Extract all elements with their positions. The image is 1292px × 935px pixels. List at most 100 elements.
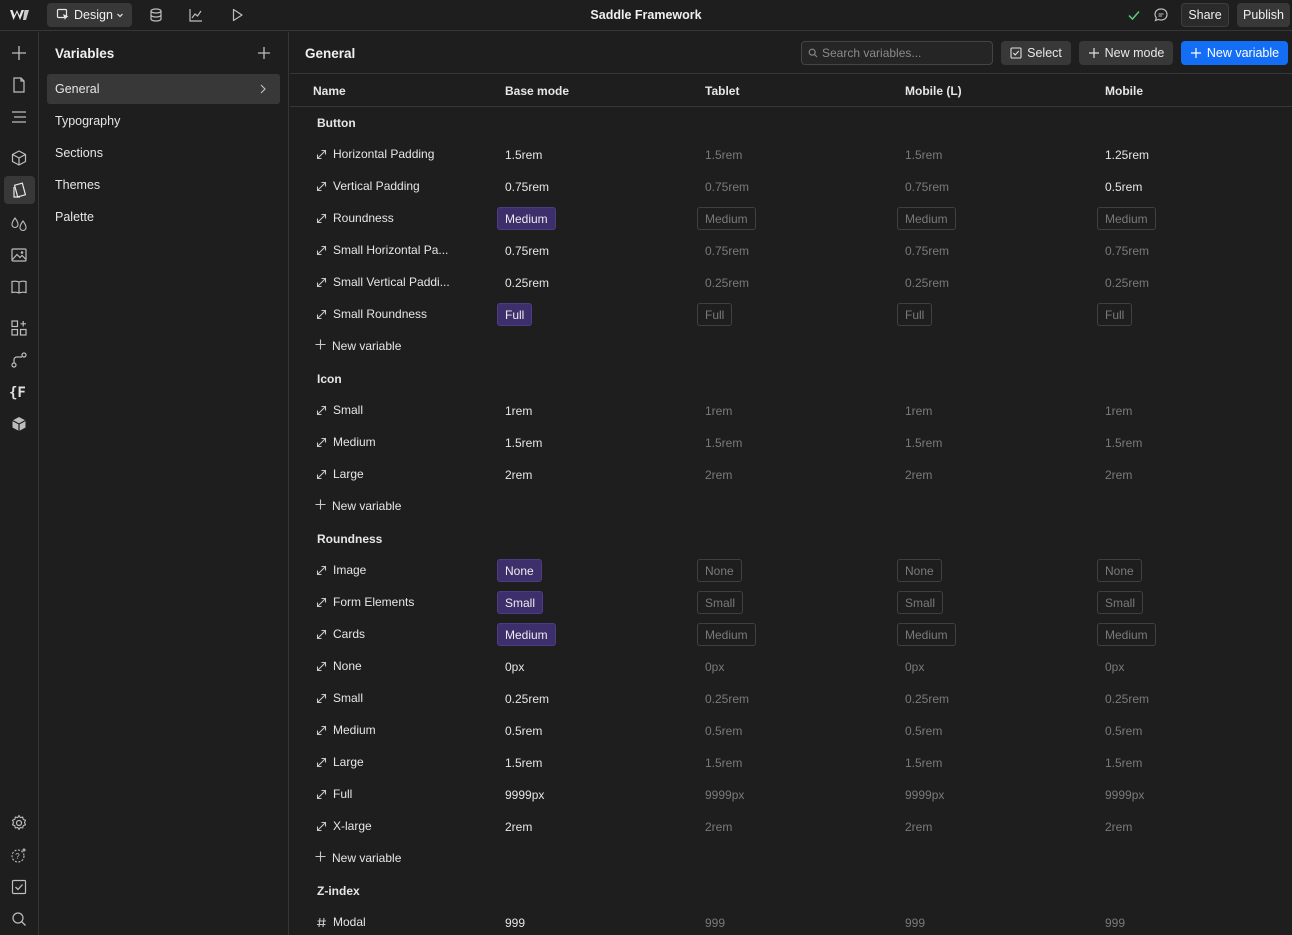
new-mode-button[interactable]: New mode	[1079, 41, 1173, 65]
variable-row[interactable]: Large 2rem 2rem 2rem 2rem	[290, 459, 1292, 491]
collection-general[interactable]: General	[47, 74, 280, 104]
add-variable-link[interactable]: New variable	[315, 339, 401, 353]
tablet-value[interactable]: 2rem	[705, 468, 732, 482]
variable-row[interactable]: None 0px 0px 0px 0px	[290, 651, 1292, 683]
variable-row[interactable]: Medium 1.5rem 1.5rem 1.5rem 1.5rem	[290, 427, 1292, 459]
tablet-value[interactable]: 0px	[705, 660, 724, 674]
tablet-value[interactable]: 0.75rem	[705, 180, 749, 194]
cms-book-icon[interactable]	[9, 277, 29, 297]
variable-name[interactable]: None	[315, 659, 362, 673]
mobile-reference-pill[interactable]: Medium	[1097, 623, 1156, 646]
variable-name[interactable]: Small Vertical Paddi...	[315, 275, 450, 289]
mobile-value[interactable]: 2rem	[1105, 820, 1132, 834]
mobile-landscape-value[interactable]: 0.75rem	[905, 244, 949, 258]
tablet-value[interactable]: 0.5rem	[705, 724, 742, 738]
mobile-landscape-value[interactable]: 1rem	[905, 404, 932, 418]
variable-name[interactable]: Small	[315, 691, 363, 705]
mobile-value[interactable]: 2rem	[1105, 468, 1132, 482]
column-header-mobile[interactable]: Mobile	[1105, 84, 1143, 98]
mobile-landscape-value[interactable]: 999	[905, 916, 925, 930]
mobile-reference-pill[interactable]: Small	[1097, 591, 1144, 614]
mobile-landscape-value[interactable]: 0.5rem	[905, 724, 942, 738]
group-label[interactable]: Icon	[317, 372, 342, 386]
variable-name[interactable]: Small Horizontal Pa...	[315, 243, 448, 257]
mobile-value[interactable]: 0.5rem	[1105, 180, 1142, 194]
base-mode-value[interactable]: 0px	[505, 660, 524, 674]
mobile-landscape-value[interactable]: 0px	[905, 660, 924, 674]
navigator-icon[interactable]	[9, 107, 29, 127]
tablet-reference-pill[interactable]: Medium	[697, 623, 756, 646]
base-mode-value[interactable]: 0.75rem	[505, 180, 549, 194]
variable-row[interactable]: X-large 2rem 2rem 2rem 2rem	[290, 811, 1292, 843]
variable-row[interactable]: Cards Medium Medium Medium Medium	[290, 619, 1292, 651]
mobile-value[interactable]: 999	[1105, 916, 1125, 930]
settings-gear-icon[interactable]	[9, 813, 29, 833]
add-variable-link[interactable]: New variable	[315, 499, 401, 513]
collection-themes[interactable]: Themes	[47, 170, 280, 200]
collection-typography[interactable]: Typography	[47, 106, 280, 136]
variable-name[interactable]: Modal	[315, 915, 366, 929]
search-zoom-icon[interactable]	[9, 909, 29, 929]
select-button[interactable]: Select	[1001, 41, 1071, 65]
variable-row[interactable]: Small 0.25rem 0.25rem 0.25rem 0.25rem	[290, 683, 1292, 715]
add-elements-icon[interactable]	[9, 43, 29, 63]
mobile-reference-pill[interactable]: None	[1097, 559, 1142, 582]
column-header-name[interactable]: Name	[313, 84, 346, 98]
base-mode-value[interactable]: 1rem	[505, 404, 532, 418]
base-mode-value[interactable]: 1.5rem	[505, 436, 542, 450]
base-mode-value[interactable]: 1.5rem	[505, 756, 542, 770]
apps-grid-icon[interactable]	[9, 318, 29, 338]
mobile-landscape-value[interactable]: 9999px	[905, 788, 944, 802]
variable-row[interactable]: Form Elements Small Small Small Small	[290, 587, 1292, 619]
add-collection-plus-icon[interactable]	[256, 45, 272, 61]
mobile-landscape-value[interactable]: 1.5rem	[905, 436, 942, 450]
base-mode-reference-pill[interactable]: Small	[497, 591, 544, 614]
base-mode-reference-pill[interactable]: Medium	[497, 207, 556, 230]
pages-icon[interactable]	[9, 75, 29, 95]
tablet-value[interactable]: 0.75rem	[705, 244, 749, 258]
group-label[interactable]: Button	[317, 116, 356, 130]
variable-name[interactable]: X-large	[315, 819, 372, 833]
mobile-landscape-value[interactable]: 1.5rem	[905, 756, 942, 770]
mobile-value[interactable]: 1.5rem	[1105, 756, 1142, 770]
tablet-reference-pill[interactable]: Small	[697, 591, 744, 614]
base-mode-value[interactable]: 0.75rem	[505, 244, 549, 258]
variable-row[interactable]: Vertical Padding 0.75rem 0.75rem 0.75rem 0.5…	[290, 171, 1292, 203]
tablet-value[interactable]: 1.5rem	[705, 148, 742, 162]
mobile-landscape-reference-pill[interactable]: None	[897, 559, 942, 582]
tablet-value[interactable]: 999	[705, 916, 725, 930]
variable-name[interactable]: Image	[315, 563, 366, 577]
tablet-value[interactable]: 1.5rem	[705, 436, 742, 450]
finsweet-attributes-icon[interactable]: {F	[9, 382, 29, 402]
mobile-landscape-reference-pill[interactable]: Small	[897, 591, 944, 614]
variable-name[interactable]: Small Roundness	[315, 307, 427, 321]
variable-row[interactable]: Small Horizontal Pa... 0.75rem 0.75rem 0.75…	[290, 235, 1292, 267]
tablet-value[interactable]: 1rem	[705, 404, 732, 418]
mobile-landscape-value[interactable]: 2rem	[905, 820, 932, 834]
variable-row[interactable]: Small 1rem 1rem 1rem 1rem	[290, 395, 1292, 427]
collection-sections[interactable]: Sections	[47, 138, 280, 168]
logic-flow-icon[interactable]	[9, 350, 29, 370]
base-mode-value[interactable]: 2rem	[505, 468, 532, 482]
collection-palette[interactable]: Palette	[47, 202, 280, 232]
variable-row[interactable]: Medium 0.5rem 0.5rem 0.5rem 0.5rem	[290, 715, 1292, 747]
tablet-value[interactable]: 0.25rem	[705, 692, 749, 706]
mobile-value[interactable]: 0px	[1105, 660, 1124, 674]
mobile-value[interactable]: 0.75rem	[1105, 244, 1149, 258]
mobile-landscape-value[interactable]: 0.25rem	[905, 276, 949, 290]
group-label[interactable]: Z-index	[317, 884, 360, 898]
audit-checkbox-icon[interactable]	[9, 877, 29, 897]
mobile-landscape-reference-pill[interactable]: Medium	[897, 207, 956, 230]
variable-row[interactable]: Small Roundness Full Full Full Full	[290, 299, 1292, 331]
base-mode-reference-pill[interactable]: Medium	[497, 623, 556, 646]
mobile-reference-pill[interactable]: Medium	[1097, 207, 1156, 230]
add-variable-link[interactable]: New variable	[315, 851, 401, 865]
base-mode-value[interactable]: 0.25rem	[505, 276, 549, 290]
mobile-value[interactable]: 0.25rem	[1105, 276, 1149, 290]
variable-name[interactable]: Roundness	[315, 211, 394, 225]
mobile-landscape-value[interactable]: 0.75rem	[905, 180, 949, 194]
mobile-value[interactable]: 1.5rem	[1105, 436, 1142, 450]
mobile-landscape-value[interactable]: 0.25rem	[905, 692, 949, 706]
comment-icon[interactable]	[1153, 7, 1169, 23]
components-icon[interactable]	[9, 148, 29, 168]
